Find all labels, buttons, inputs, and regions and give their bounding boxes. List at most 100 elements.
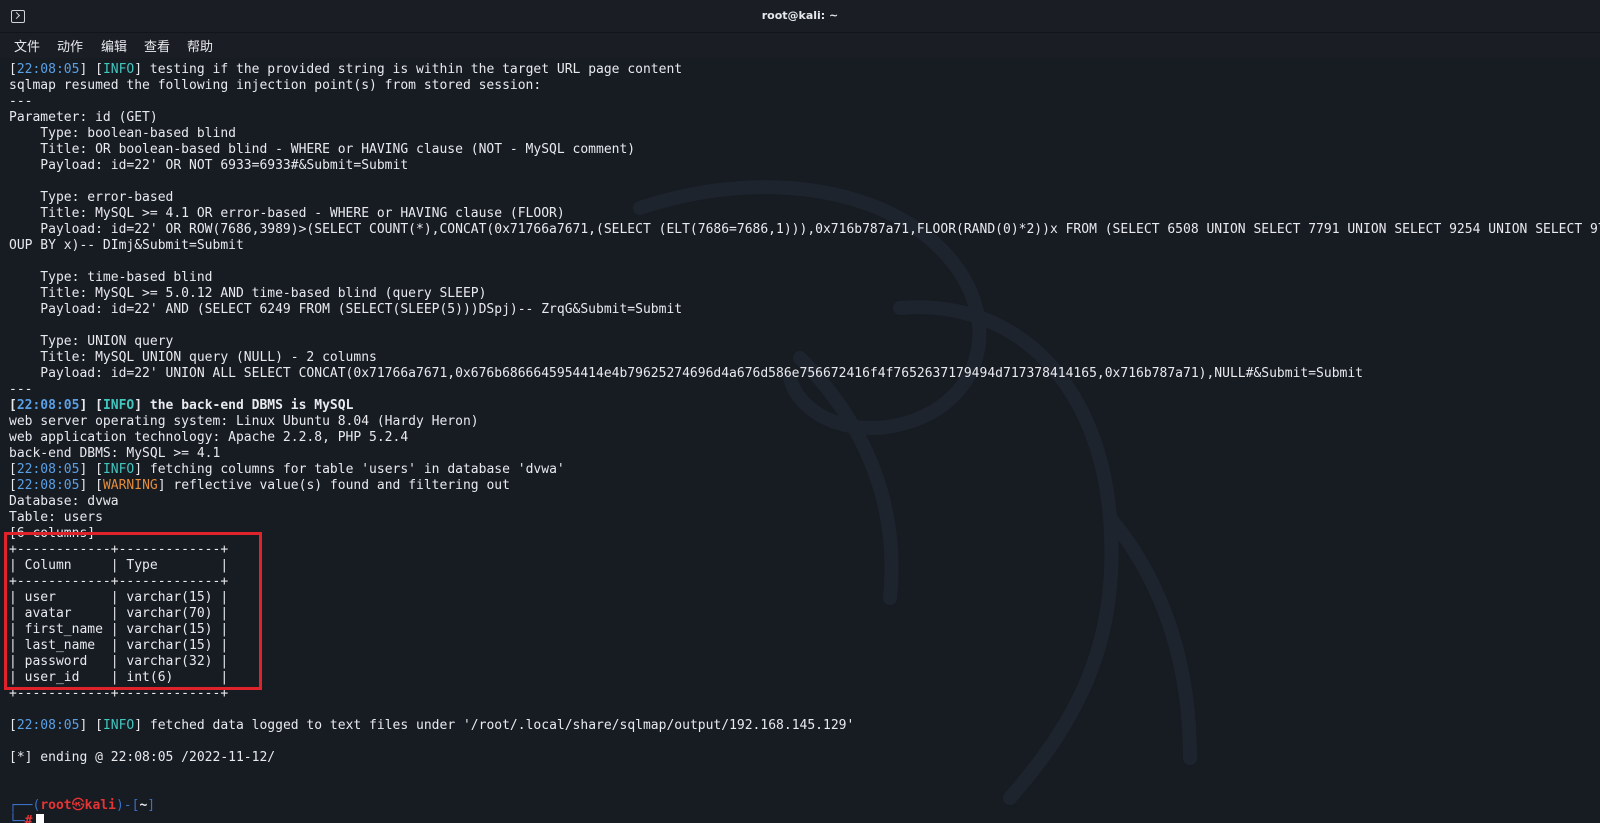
- terminal-text-segment: ] [: [79, 478, 103, 493]
- menu-view[interactable]: 查看: [144, 36, 170, 55]
- terminal-text-segment: Title: MySQL UNION query (NULL) - 2 colu…: [9, 350, 377, 365]
- menu-actions[interactable]: 动作: [57, 36, 83, 55]
- terminal-text-segment: )-[: [115, 798, 140, 813]
- terminal-text-segment: [*] ending @ 22:08:05 /2022-11-12/: [9, 750, 276, 765]
- terminal-text-segment: Title: MySQL >= 5.0.12 AND time-based bl…: [9, 286, 487, 301]
- terminal-text-segment: ] [: [79, 462, 103, 477]
- terminal-text-segment: ] fetched data logged to text files unde…: [134, 718, 855, 733]
- terminal-text-segment: ] [: [79, 718, 103, 733]
- menu-bar: 文件 动作 编辑 查看 帮助: [0, 33, 1600, 58]
- terminal-text-segment: [: [9, 398, 17, 413]
- terminal-text-segment: Database: dvwa: [9, 494, 119, 509]
- menu-file[interactable]: 文件: [14, 36, 40, 55]
- terminal-line: Payload: id=22' AND (SELECT 6249 FROM (S…: [9, 302, 1600, 318]
- terminal-line: Payload: id=22' OR ROW(7686,3989)>(SELEC…: [9, 222, 1600, 238]
- terminal-text-segment: Type: error-based: [9, 190, 174, 205]
- menu-help[interactable]: 帮助: [187, 36, 213, 55]
- terminal-cursor: [36, 814, 45, 823]
- terminal-line: web server operating system: Linux Ubunt…: [9, 414, 1600, 430]
- terminal-text-segment: Payload: id=22' UNION ALL SELECT CONCAT(…: [9, 366, 1364, 381]
- terminal-text-segment: ┌──(: [9, 798, 41, 813]
- terminal-line: Title: MySQL >= 4.1 OR error-based - WHE…: [9, 206, 1600, 222]
- terminal-text-segment: back-end DBMS: MySQL >= 4.1: [9, 446, 221, 461]
- terminal-text-segment: ] [: [79, 398, 103, 413]
- terminal-text-segment: [: [9, 478, 17, 493]
- terminal-text-segment: ] the back-end DBMS is MySQL: [134, 398, 354, 413]
- terminal-text-segment: Table: users: [9, 510, 103, 525]
- terminal-text-segment: INFO: [102, 718, 135, 733]
- terminal-text-segment: INFO: [102, 62, 135, 77]
- terminal-text-segment: Type: boolean-based blind: [9, 126, 236, 141]
- terminal-text-segment: Parameter: id (GET): [9, 110, 158, 125]
- terminal-text-segment: INFO: [102, 398, 135, 413]
- terminal-line: web application technology: Apache 2.2.8…: [9, 430, 1600, 446]
- terminal-line: Parameter: id (GET): [9, 110, 1600, 126]
- terminal-line: Type: time-based blind: [9, 270, 1600, 286]
- terminal-line: [22:08:05] [WARNING] reflective value(s)…: [9, 478, 1600, 494]
- terminal-text-segment: ㉿: [71, 798, 85, 813]
- terminal-line: [22:08:05] [INFO] the back-end DBMS is M…: [9, 398, 1600, 414]
- terminal-text-segment: ---: [9, 94, 33, 109]
- terminal-output-area[interactable]: [22:08:05] [INFO] testing if the provide…: [0, 58, 1600, 823]
- terminal-text-segment: OUP BY x)-- DImj&Submit=Submit: [9, 238, 244, 253]
- terminal-text-segment: INFO: [102, 462, 135, 477]
- window-title: root@kali: ~: [761, 9, 839, 22]
- terminal-text-segment: Payload: id=22' AND (SELECT 6249 FROM (S…: [9, 302, 683, 317]
- terminal-text-segment: web application technology: Apache 2.2.8…: [9, 430, 409, 445]
- terminal-text-segment: └─: [9, 814, 25, 823]
- terminal-text-segment: Payload: id=22' OR NOT 6933=6933#&Submit…: [9, 158, 409, 173]
- terminal-line: Title: OR boolean-based blind - WHERE or…: [9, 142, 1600, 158]
- terminal-line: ---: [9, 382, 1600, 398]
- terminal-line: [22:08:05] [INFO] fetched data logged to…: [9, 718, 1600, 734]
- terminal-text-segment: Title: OR boolean-based blind - WHERE or…: [9, 142, 636, 157]
- terminal-line: Type: boolean-based blind: [9, 126, 1600, 142]
- terminal-text-segment: ---: [9, 382, 33, 397]
- terminal-line: Type: error-based: [9, 190, 1600, 206]
- terminal-line: back-end DBMS: MySQL >= 4.1: [9, 446, 1600, 462]
- terminal-line: OUP BY x)-- DImj&Submit=Submit: [9, 238, 1600, 254]
- terminal-line: Table: users: [9, 510, 1600, 526]
- terminal-line: Title: MySQL >= 5.0.12 AND time-based bl…: [9, 286, 1600, 302]
- terminal-line: Type: UNION query: [9, 334, 1600, 350]
- terminal-text-segment: [: [9, 62, 17, 77]
- terminal-text-segment: web server operating system: Linux Ubunt…: [9, 414, 479, 429]
- terminal-line: sqlmap resumed the following injection p…: [9, 78, 1600, 94]
- terminal-text-segment: ] reflective value(s) found and filterin…: [157, 478, 510, 493]
- terminal-line: Payload: id=22' OR NOT 6933=6933#&Submit…: [9, 158, 1600, 174]
- terminal-line: [22:08:05] [INFO] fetching columns for t…: [9, 462, 1600, 478]
- terminal-text-segment: root: [40, 798, 72, 813]
- terminal-text-segment: Title: MySQL >= 4.1 OR error-based - WHE…: [9, 206, 565, 221]
- terminal-text-segment: ] fetching columns for table 'users' in …: [134, 462, 565, 477]
- window-titlebar: root@kali: ~: [0, 0, 1600, 33]
- terminal-text-segment: 22:08:05: [16, 62, 80, 77]
- menu-edit[interactable]: 编辑: [101, 36, 127, 55]
- terminal-text: [22:08:05] [INFO] testing if the provide…: [9, 62, 1600, 823]
- terminal-line: ---: [9, 94, 1600, 110]
- terminal-text-segment: Payload: id=22' OR ROW(7686,3989)>(SELEC…: [9, 222, 1600, 237]
- terminal-text-segment: Type: UNION query: [9, 334, 174, 349]
- terminal-text-segment: 22:08:05: [16, 398, 80, 413]
- terminal-text-segment: kali: [84, 798, 116, 813]
- terminal-text-segment: [: [9, 718, 17, 733]
- terminal-text-segment: 22:08:05: [16, 462, 80, 477]
- terminal-text-segment: WARNING: [102, 478, 158, 493]
- terminal-line: ┌──(root㉿kali)-[~]: [9, 798, 1600, 814]
- highlight-rectangle: [4, 532, 262, 690]
- terminal-text-segment: sqlmap resumed the following injection p…: [9, 78, 542, 93]
- terminal-line: [22:08:05] [INFO] testing if the provide…: [9, 62, 1600, 78]
- terminal-line: [*] ending @ 22:08:05 /2022-11-12/: [9, 750, 1600, 766]
- terminal-line: Database: dvwa: [9, 494, 1600, 510]
- terminal-text-segment: ]: [147, 798, 156, 813]
- terminal-text-segment: 22:08:05: [16, 718, 80, 733]
- terminal-text-segment: ] [: [79, 62, 103, 77]
- terminal-line: └─#: [9, 814, 1600, 823]
- terminal-text-segment: ] testing if the provided string is with…: [134, 62, 683, 77]
- terminal-text-segment: Type: time-based blind: [9, 270, 213, 285]
- terminal-line: Payload: id=22' UNION ALL SELECT CONCAT(…: [9, 366, 1600, 382]
